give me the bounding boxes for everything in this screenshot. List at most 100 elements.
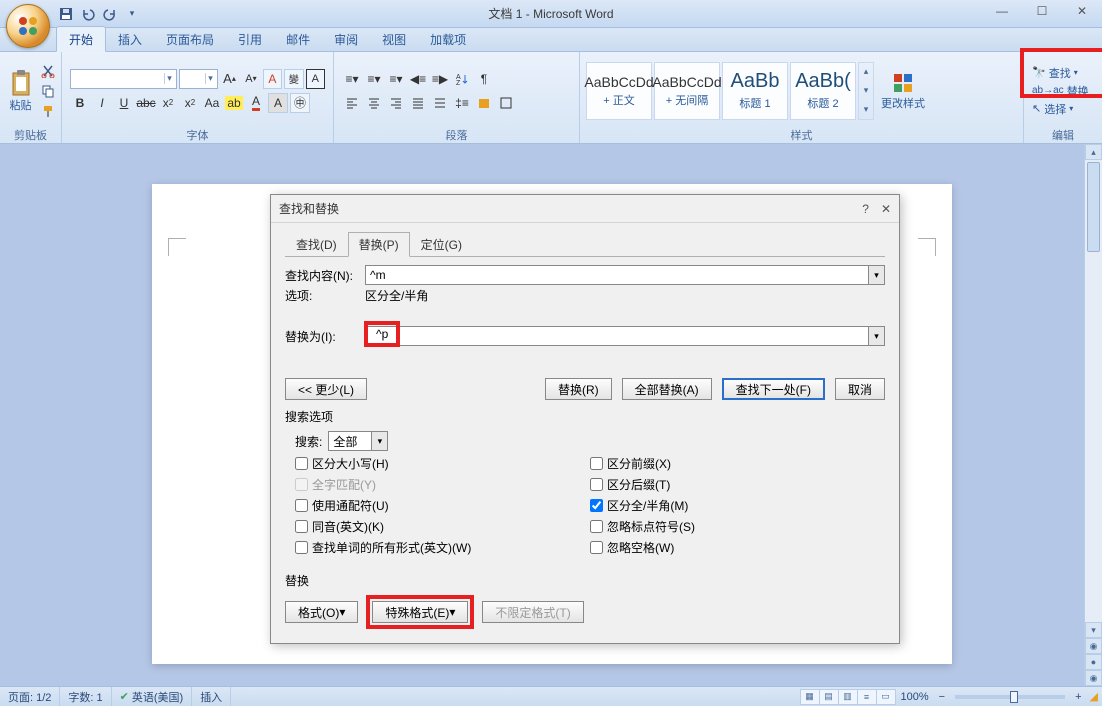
enclose-char-icon[interactable]: ㊥ xyxy=(290,93,310,113)
find-what-input[interactable]: ^m ▾ xyxy=(365,265,885,285)
next-page-icon[interactable]: ◉ xyxy=(1085,670,1102,686)
superscript-icon[interactable]: x2 xyxy=(180,93,200,113)
opt-right-3[interactable]: 忽略标点符号(S) xyxy=(590,518,885,535)
paste-button[interactable]: 粘贴 xyxy=(4,61,37,121)
minimize-button[interactable]: — xyxy=(982,0,1022,22)
tab-view[interactable]: 视图 xyxy=(370,27,418,51)
vertical-scrollbar[interactable]: ▴ ▾ ◉ ● ◉ xyxy=(1084,144,1102,686)
replace-with-input[interactable]: ^p ▾ xyxy=(365,326,885,346)
clear-format-icon[interactable]: A xyxy=(263,69,282,89)
select-button[interactable]: ↖选择▾ xyxy=(1032,101,1089,117)
find-button[interactable]: 🔭查找▾ xyxy=(1032,65,1089,81)
replace-button[interactable]: ab→ac替换 xyxy=(1032,83,1089,99)
opt-right-4[interactable]: 忽略空格(W) xyxy=(590,539,885,556)
scroll-down-icon[interactable]: ▾ xyxy=(1085,622,1102,638)
underline-icon[interactable]: U xyxy=(114,93,134,113)
zoom-value[interactable]: 100% xyxy=(895,691,935,703)
subscript-icon[interactable]: x2 xyxy=(158,93,178,113)
bold-icon[interactable]: B xyxy=(70,93,90,113)
dialog-help-icon[interactable]: ? xyxy=(862,202,869,216)
prev-page-icon[interactable]: ◉ xyxy=(1085,638,1102,654)
align-right-icon[interactable] xyxy=(386,93,406,113)
opt-left-2[interactable]: 使用通配符(U) xyxy=(295,497,590,514)
indent-inc-icon[interactable]: ≡▶ xyxy=(430,69,450,89)
align-center-icon[interactable] xyxy=(364,93,384,113)
numbering-icon[interactable]: ≡▾ xyxy=(364,69,384,89)
undo-icon[interactable] xyxy=(78,4,98,24)
dialog-tab-replace[interactable]: 替换(P) xyxy=(348,232,410,257)
special-format-button[interactable]: 特殊格式(E) ▾ xyxy=(372,601,468,623)
opt-right-checkbox-4[interactable] xyxy=(590,541,603,554)
less-button[interactable]: << 更少(L) xyxy=(285,378,367,400)
opt-right-checkbox-0[interactable] xyxy=(590,457,603,470)
find-next-button[interactable]: 查找下一处(F) xyxy=(722,378,825,400)
change-case-icon[interactable]: Aa xyxy=(202,93,222,113)
opt-left-3[interactable]: 同音(英文)(K) xyxy=(295,518,590,535)
opt-left-4[interactable]: 查找单词的所有形式(英文)(W) xyxy=(295,539,590,556)
font-color-icon[interactable]: A xyxy=(246,93,266,113)
line-spacing-icon[interactable]: ‡≡ xyxy=(452,93,472,113)
view-fullscreen-icon[interactable]: ▤ xyxy=(819,689,839,705)
italic-icon[interactable]: I xyxy=(92,93,112,113)
cut-icon[interactable] xyxy=(39,62,57,80)
opt-right-checkbox-1[interactable] xyxy=(590,478,603,491)
format-painter-icon[interactable] xyxy=(39,102,57,120)
font-family-combo[interactable]: ▾ xyxy=(70,69,177,89)
sort-icon[interactable]: AZ xyxy=(452,69,472,89)
borders-icon[interactable] xyxy=(496,93,516,113)
opt-left-checkbox-4[interactable] xyxy=(295,541,308,554)
font-size-combo[interactable]: ▾ xyxy=(179,69,218,89)
search-dir-dropdown-icon[interactable]: ▾ xyxy=(371,432,387,450)
view-draft-icon[interactable]: ▭ xyxy=(876,689,896,705)
tab-home[interactable]: 开始 xyxy=(56,26,106,52)
save-icon[interactable] xyxy=(56,4,76,24)
scroll-up-icon[interactable]: ▴ xyxy=(1085,144,1102,160)
maximize-button[interactable]: ☐ xyxy=(1022,0,1062,22)
style-heading2[interactable]: AaBb(标题 2 xyxy=(790,62,856,120)
multilevel-icon[interactable]: ≡▾ xyxy=(386,69,406,89)
opt-right-checkbox-3[interactable] xyxy=(590,520,603,533)
grow-font-icon[interactable]: A▴ xyxy=(220,69,239,89)
view-outline-icon[interactable]: ≡ xyxy=(857,689,877,705)
dialog-tab-goto[interactable]: 定位(G) xyxy=(410,232,473,257)
view-print-icon[interactable]: ▦ xyxy=(800,689,820,705)
replace-one-button[interactable]: 替换(R) xyxy=(545,378,612,400)
cancel-button[interactable]: 取消 xyxy=(835,378,885,400)
zoom-slider[interactable] xyxy=(955,695,1065,699)
find-dropdown-icon[interactable]: ▾ xyxy=(868,266,884,284)
tab-review[interactable]: 审阅 xyxy=(322,27,370,51)
tab-references[interactable]: 引用 xyxy=(226,27,274,51)
align-left-icon[interactable] xyxy=(342,93,362,113)
dialog-tab-find[interactable]: 查找(D) xyxy=(285,232,348,257)
zoom-in-icon[interactable]: + xyxy=(1071,691,1085,703)
format-button[interactable]: 格式(O) ▾ xyxy=(285,601,358,623)
style-nospacing[interactable]: AaBbCcDd+ 无间隔 xyxy=(654,62,720,120)
status-words[interactable]: 字数: 1 xyxy=(60,687,111,706)
opt-left-checkbox-0[interactable] xyxy=(295,457,308,470)
zoom-slider-handle[interactable] xyxy=(1010,691,1018,703)
dialog-close-icon[interactable]: ✕ xyxy=(881,202,891,216)
office-button[interactable] xyxy=(6,4,50,48)
distribute-icon[interactable] xyxy=(430,93,450,113)
browse-object-icon[interactable]: ● xyxy=(1085,654,1102,670)
styles-gallery-more[interactable]: ▴▾▾ xyxy=(858,62,874,120)
char-border-icon[interactable]: A xyxy=(306,69,325,89)
scroll-thumb[interactable] xyxy=(1087,162,1100,252)
bullets-icon[interactable]: ≡▾ xyxy=(342,69,362,89)
redo-icon[interactable] xyxy=(100,4,120,24)
opt-right-checkbox-2[interactable] xyxy=(590,499,603,512)
opt-left-checkbox-3[interactable] xyxy=(295,520,308,533)
no-formatting-button[interactable]: 不限定格式(T) xyxy=(482,601,583,623)
tab-insert[interactable]: 插入 xyxy=(106,27,154,51)
close-button[interactable]: ✕ xyxy=(1062,0,1102,22)
replace-dropdown-icon[interactable]: ▾ xyxy=(868,327,884,345)
opt-right-0[interactable]: 区分前缀(X) xyxy=(590,455,885,472)
status-resize-icon[interactable]: ◢ xyxy=(1086,690,1102,703)
status-page[interactable]: 页面: 1/2 xyxy=(0,687,60,706)
dialog-titlebar[interactable]: 查找和替换 ? ✕ xyxy=(271,195,899,223)
status-mode[interactable]: 插入 xyxy=(192,687,231,706)
indent-dec-icon[interactable]: ◀≡ xyxy=(408,69,428,89)
strike-icon[interactable]: abc xyxy=(136,93,156,113)
tab-addins[interactable]: 加载项 xyxy=(418,27,478,51)
opt-left-0[interactable]: 区分大小写(H) xyxy=(295,455,590,472)
